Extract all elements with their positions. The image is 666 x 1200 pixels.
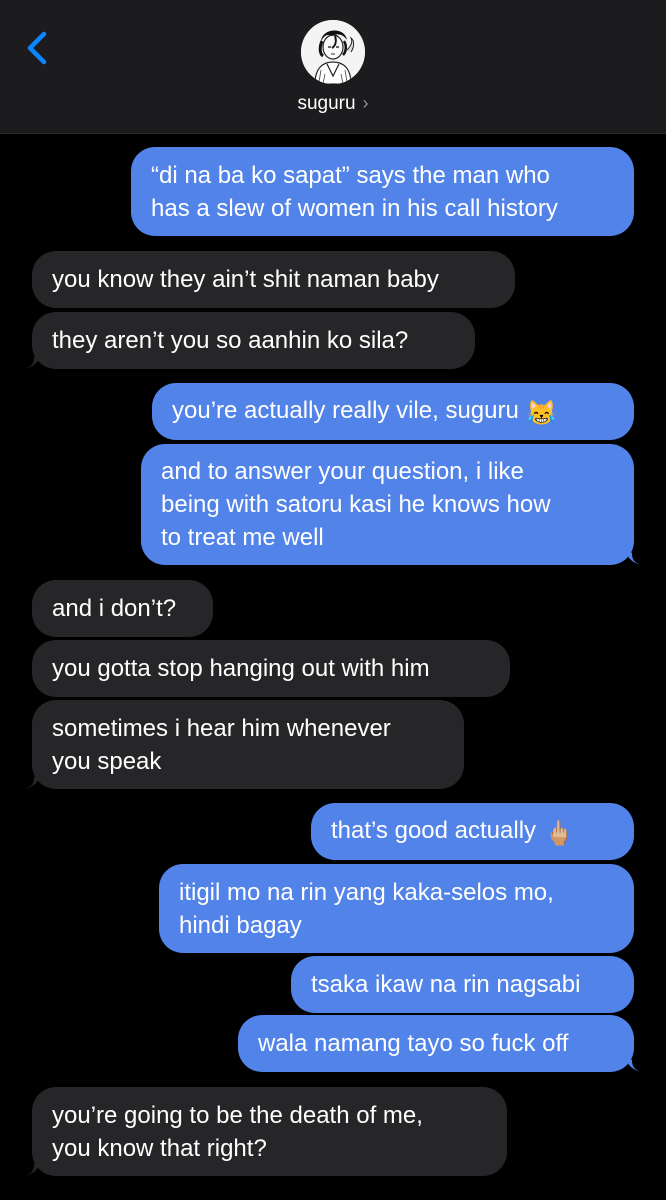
bubble-tail (24, 773, 40, 789)
message-line: wala namang tayo so fuck off (258, 1030, 569, 1057)
received-message[interactable]: sometimes i hear him whenever you speak (32, 700, 464, 789)
sent-message[interactable]: that’s good actually 🖕🏼 (311, 803, 634, 860)
contact-name: suguru (297, 93, 356, 114)
message-line: and i don’t? (52, 595, 177, 622)
message-line: “di na ba ko sapat” says the man who (151, 161, 550, 189)
message-line: and to answer your question, i like (161, 458, 524, 485)
contact-name-button[interactable]: suguru › (0, 93, 666, 115)
message-line: you’re actually really vile, suguru 😹 (172, 394, 614, 430)
bubble-tail (626, 549, 642, 565)
bubble-tail (24, 1160, 40, 1176)
message-line: has a slew of women in his call history (151, 194, 558, 222)
chevron-left-icon (27, 31, 47, 65)
sent-message[interactable]: itigil mo na rin yang kaka-selos mo, hin… (159, 864, 634, 953)
message-line: you know that right? (52, 1134, 267, 1162)
middle-finger-emoji: 🖕🏼 (544, 819, 574, 847)
sent-message[interactable]: wala namang tayo so fuck off (238, 1015, 634, 1072)
message-line: you’re going to be the death of me, (52, 1101, 423, 1129)
received-message[interactable]: they aren’t you so aanhin ko sila? (32, 312, 475, 369)
sent-message[interactable]: and to answer your question, i like bein… (141, 444, 634, 565)
message-line: you speak (52, 747, 162, 775)
received-message[interactable]: and i don’t? (32, 580, 213, 637)
received-message[interactable]: you’re going to be the death of me, you … (32, 1087, 507, 1176)
message-line: tsaka ikaw na rin nagsabi (311, 971, 581, 998)
avatar[interactable] (301, 20, 365, 84)
message-line: you gotta stop hanging out with him (52, 655, 430, 682)
message-line: to treat me well (161, 524, 324, 551)
sent-message[interactable]: tsaka ikaw na rin nagsabi (291, 956, 634, 1013)
laughing-cat-emoji: 😹 (526, 399, 557, 427)
message-line: sometimes i hear him whenever (52, 714, 391, 742)
chevron-right-icon: › (362, 93, 369, 113)
message-line: you know they ain’t shit naman baby (52, 266, 439, 293)
received-message[interactable]: you know they ain’t shit naman baby (32, 251, 515, 308)
message-line: being with satoru kasi he knows how (161, 491, 551, 518)
sent-message[interactable]: you’re actually really vile, suguru 😹 (152, 383, 634, 440)
back-button[interactable] (22, 28, 56, 68)
avatar-manga-portrait (301, 20, 365, 84)
bubble-tail (626, 1056, 642, 1072)
conversation-header: suguru › (0, 0, 666, 134)
message-line: itigil mo na rin yang kaka-selos mo, (179, 878, 554, 906)
message-line: that’s good actually 🖕🏼 (331, 814, 614, 850)
received-message[interactable]: you gotta stop hanging out with him (32, 640, 510, 697)
sent-message[interactable]: “di na ba ko sapat” says the man who has… (131, 147, 634, 236)
message-line: hindi bagay (179, 911, 302, 939)
bubble-tail (24, 353, 40, 369)
message-line: they aren’t you so aanhin ko sila? (52, 327, 409, 354)
